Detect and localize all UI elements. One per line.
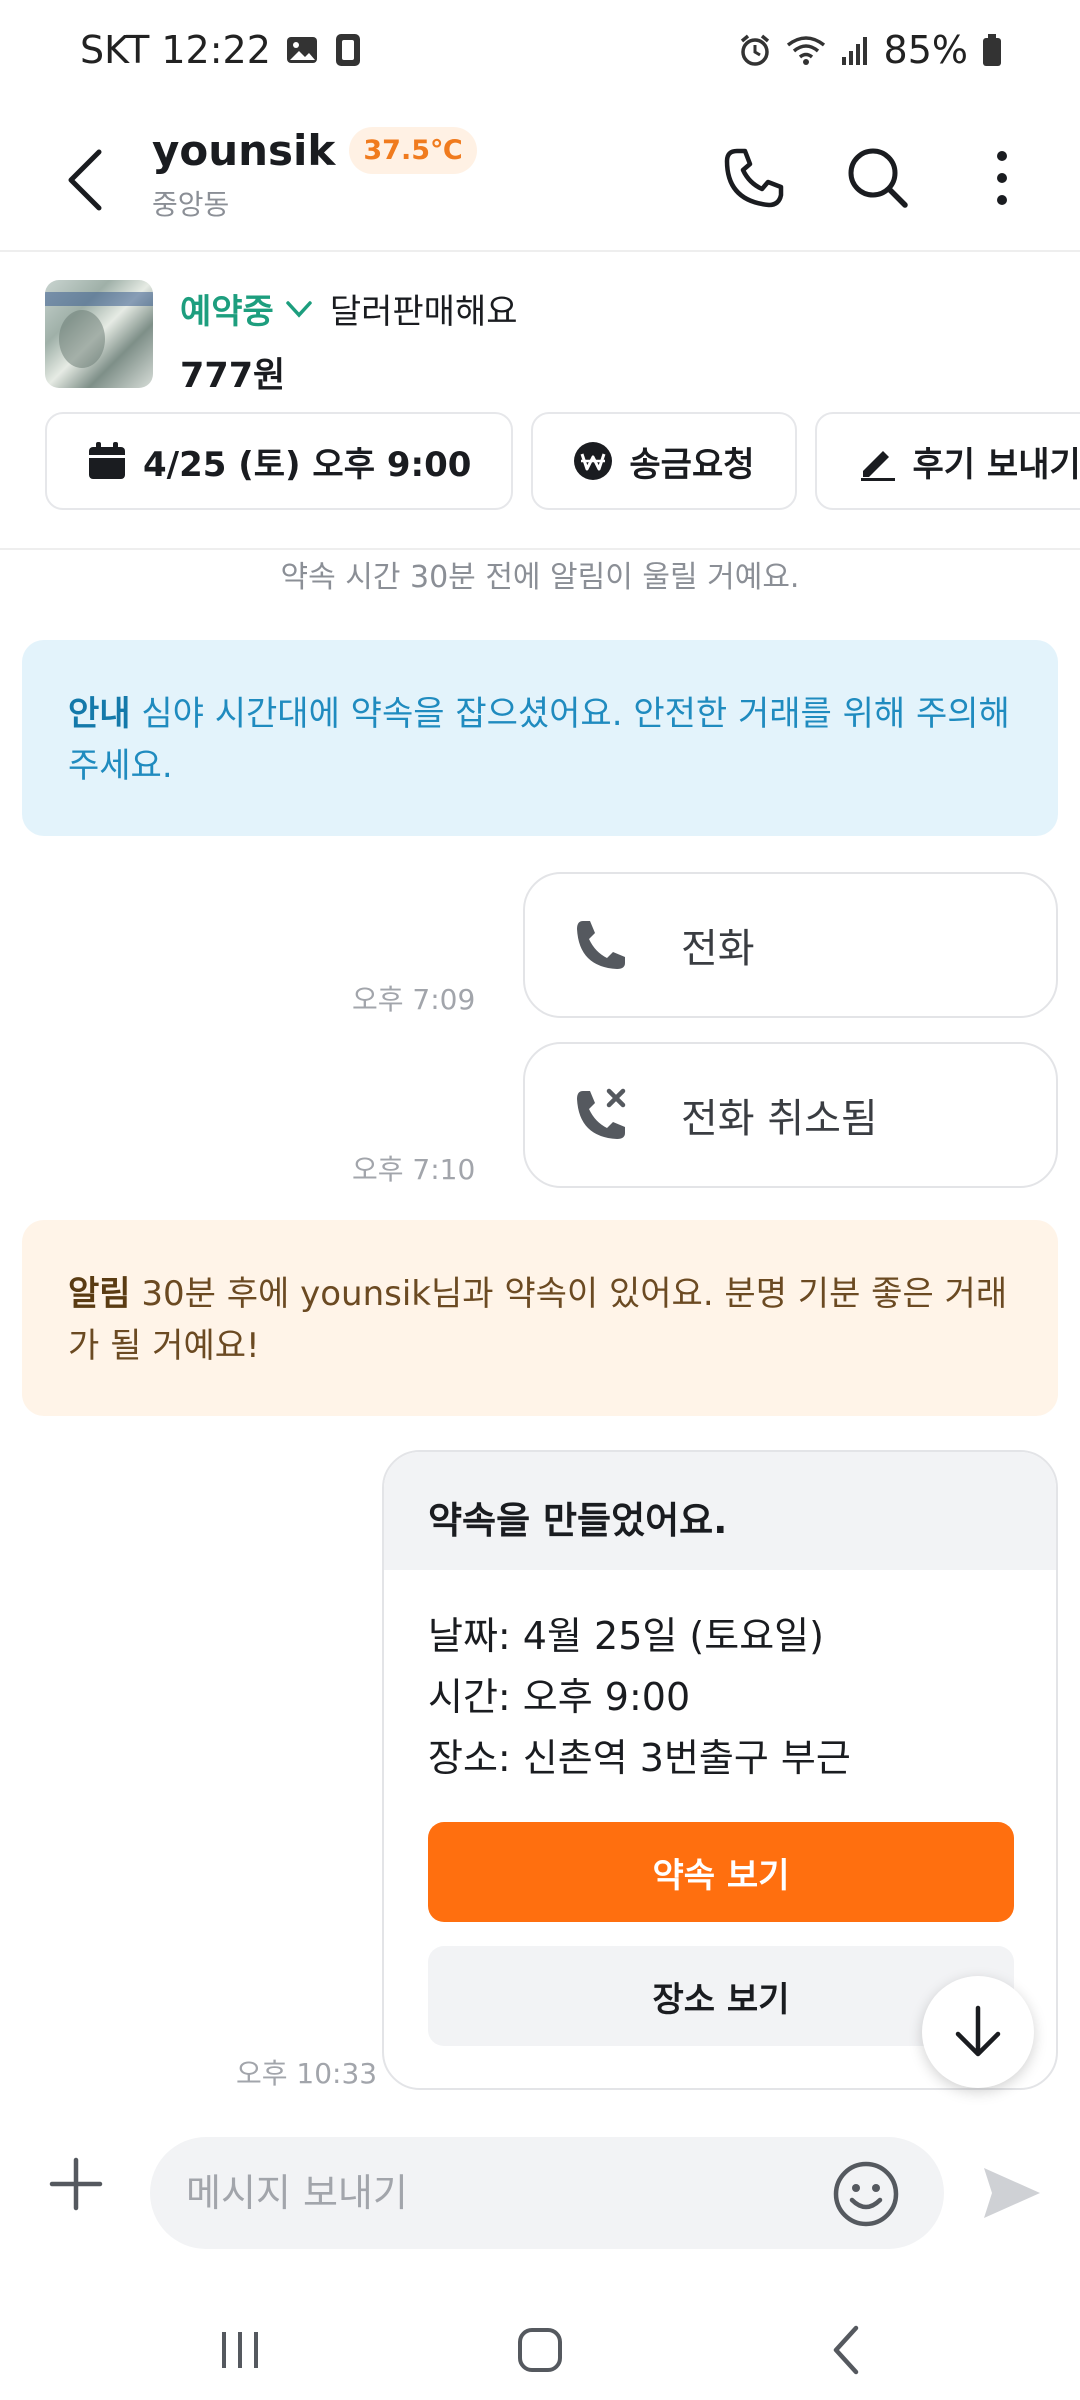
- status-bar: SKT 12:22 85%: [0, 0, 1080, 110]
- calendar-icon: [89, 442, 125, 479]
- recent-apps-button[interactable]: [200, 2310, 280, 2390]
- attach-button[interactable]: [44, 2152, 108, 2216]
- manner-temperature-badge: 37.5℃: [349, 127, 477, 174]
- send-icon: [984, 2168, 1040, 2218]
- home-icon: [518, 2328, 562, 2372]
- appointment-details: 날짜: 4월 25일 (토요일) 시간: 오후 9:00 장소: 신촌역 3번출…: [384, 1570, 1056, 1789]
- system-navigation-bar: [0, 2280, 1080, 2400]
- remittance-request-chip[interactable]: 송금요청: [531, 412, 797, 510]
- call-label: 전화: [681, 926, 755, 972]
- alarm-text: 30분 후에 younsik님과 약속이 있어요. 분명 기분 좋은 거래가 될…: [68, 1274, 1008, 1366]
- pencil-icon: [860, 451, 895, 481]
- view-appointment-button[interactable]: 약속 보기: [428, 1822, 1014, 1922]
- info-text: 심야 시간대에 약속을 잡으셨어요. 안전한 거래를 위해 주의해주세요.: [68, 694, 1010, 786]
- safety-info-box: 안내 심야 시간대에 약속을 잡으셨어요. 안전한 거래를 위해 주의해주세요.: [22, 640, 1058, 836]
- message-input[interactable]: [150, 2137, 944, 2249]
- reservation-status[interactable]: 예약중: [180, 284, 274, 333]
- chat-title[interactable]: younsik 37.5℃ 중앙동: [152, 126, 477, 223]
- cancelled-call-message-bubble[interactable]: 전화 취소됨: [523, 1042, 1058, 1188]
- home-button[interactable]: [500, 2310, 580, 2390]
- chevron-down-icon[interactable]: [284, 294, 314, 324]
- appointment-chip-label: 4/25 (토) 오후 9:00: [143, 444, 472, 485]
- phone-icon: [724, 148, 784, 208]
- emoji-button[interactable]: [832, 2160, 900, 2228]
- username: younsik: [152, 126, 336, 175]
- gallery-notification-icon: [285, 33, 319, 67]
- product-info[interactable]: 예약중 달러판매해요 777원: [180, 284, 518, 398]
- appointment-place: 장소: 신촌역 3번출구 부근: [428, 1736, 851, 1780]
- call-message-bubble[interactable]: 전화: [523, 872, 1058, 1018]
- message-time: 오후 7:09: [352, 983, 476, 1016]
- message-input-bar: [0, 2120, 1080, 2270]
- search-icon: [848, 148, 908, 208]
- signal-icon: [840, 33, 870, 67]
- appointment-chip[interactable]: 4/25 (토) 오후 9:00: [45, 412, 514, 510]
- search-button[interactable]: [838, 138, 918, 218]
- chevron-left-icon: [68, 149, 102, 211]
- appointment-date: 날짜: 4월 25일 (토요일): [428, 1614, 824, 1658]
- product-thumbnail[interactable]: [45, 280, 153, 388]
- battery-percent: 85%: [883, 28, 968, 72]
- status-left: SKT 12:22: [80, 28, 363, 72]
- arrow-down-icon: [955, 2005, 1001, 2057]
- system-back-button[interactable]: [806, 2310, 886, 2390]
- carrier-time: SKT 12:22: [80, 28, 271, 72]
- appointment-card-title: 약속을 만들었어요.: [384, 1452, 1056, 1570]
- send-button[interactable]: [978, 2160, 1044, 2226]
- alarm-label: 알림: [68, 1274, 131, 1314]
- remittance-chip-label: 송금요청: [629, 444, 755, 485]
- more-options-button[interactable]: [962, 138, 1042, 218]
- status-right: 85%: [738, 28, 1002, 72]
- call-cancelled-icon: [577, 1088, 626, 1139]
- review-chip-label: 후기 보내기: [912, 444, 1080, 485]
- product-bar: 예약중 달러판매해요 777원 4/25 (토) 오후 9:00 송금요청 후기…: [0, 254, 1080, 550]
- smiley-icon: [833, 2161, 899, 2227]
- message-time: 오후 10:33: [236, 2057, 378, 2090]
- message-time: 오후 7:10: [352, 1153, 476, 1186]
- more-vertical-icon: [997, 151, 1007, 205]
- back-button[interactable]: [50, 140, 120, 220]
- info-label: 안내: [68, 694, 131, 734]
- review-chip[interactable]: 후기 보내기: [814, 412, 1080, 510]
- phone-icon: [577, 921, 625, 969]
- scroll-to-bottom-button[interactable]: [922, 1976, 1034, 2088]
- won-icon: [574, 442, 613, 480]
- appointment-time: 시간: 오후 9:00: [428, 1675, 691, 1719]
- phone-notification-icon: [333, 33, 363, 67]
- call-button[interactable]: [714, 138, 794, 218]
- product-title: 달러판매해요: [329, 292, 518, 332]
- reminder-notice: 약속 시간 30분 전에 알림이 울릴 거예요.: [280, 560, 800, 595]
- plus-icon: [49, 2157, 103, 2211]
- action-chips: 4/25 (토) 오후 9:00 송금요청 후기 보내기: [45, 412, 1080, 510]
- product-price: 777원: [180, 356, 286, 396]
- chevron-left-icon: [833, 2325, 859, 2375]
- wifi-icon: [786, 33, 826, 67]
- alarm-icon: [738, 33, 772, 67]
- appointment-alarm-box: 알림 30분 후에 younsik님과 약속이 있어요. 분명 기분 좋은 거래…: [22, 1220, 1058, 1416]
- user-location: 중앙동: [152, 188, 230, 221]
- recents-icon: [222, 2332, 258, 2368]
- chat-header: younsik 37.5℃ 중앙동: [0, 110, 1080, 252]
- call-cancelled-label: 전화 취소됨: [681, 1096, 878, 1142]
- battery-icon: [982, 33, 1002, 67]
